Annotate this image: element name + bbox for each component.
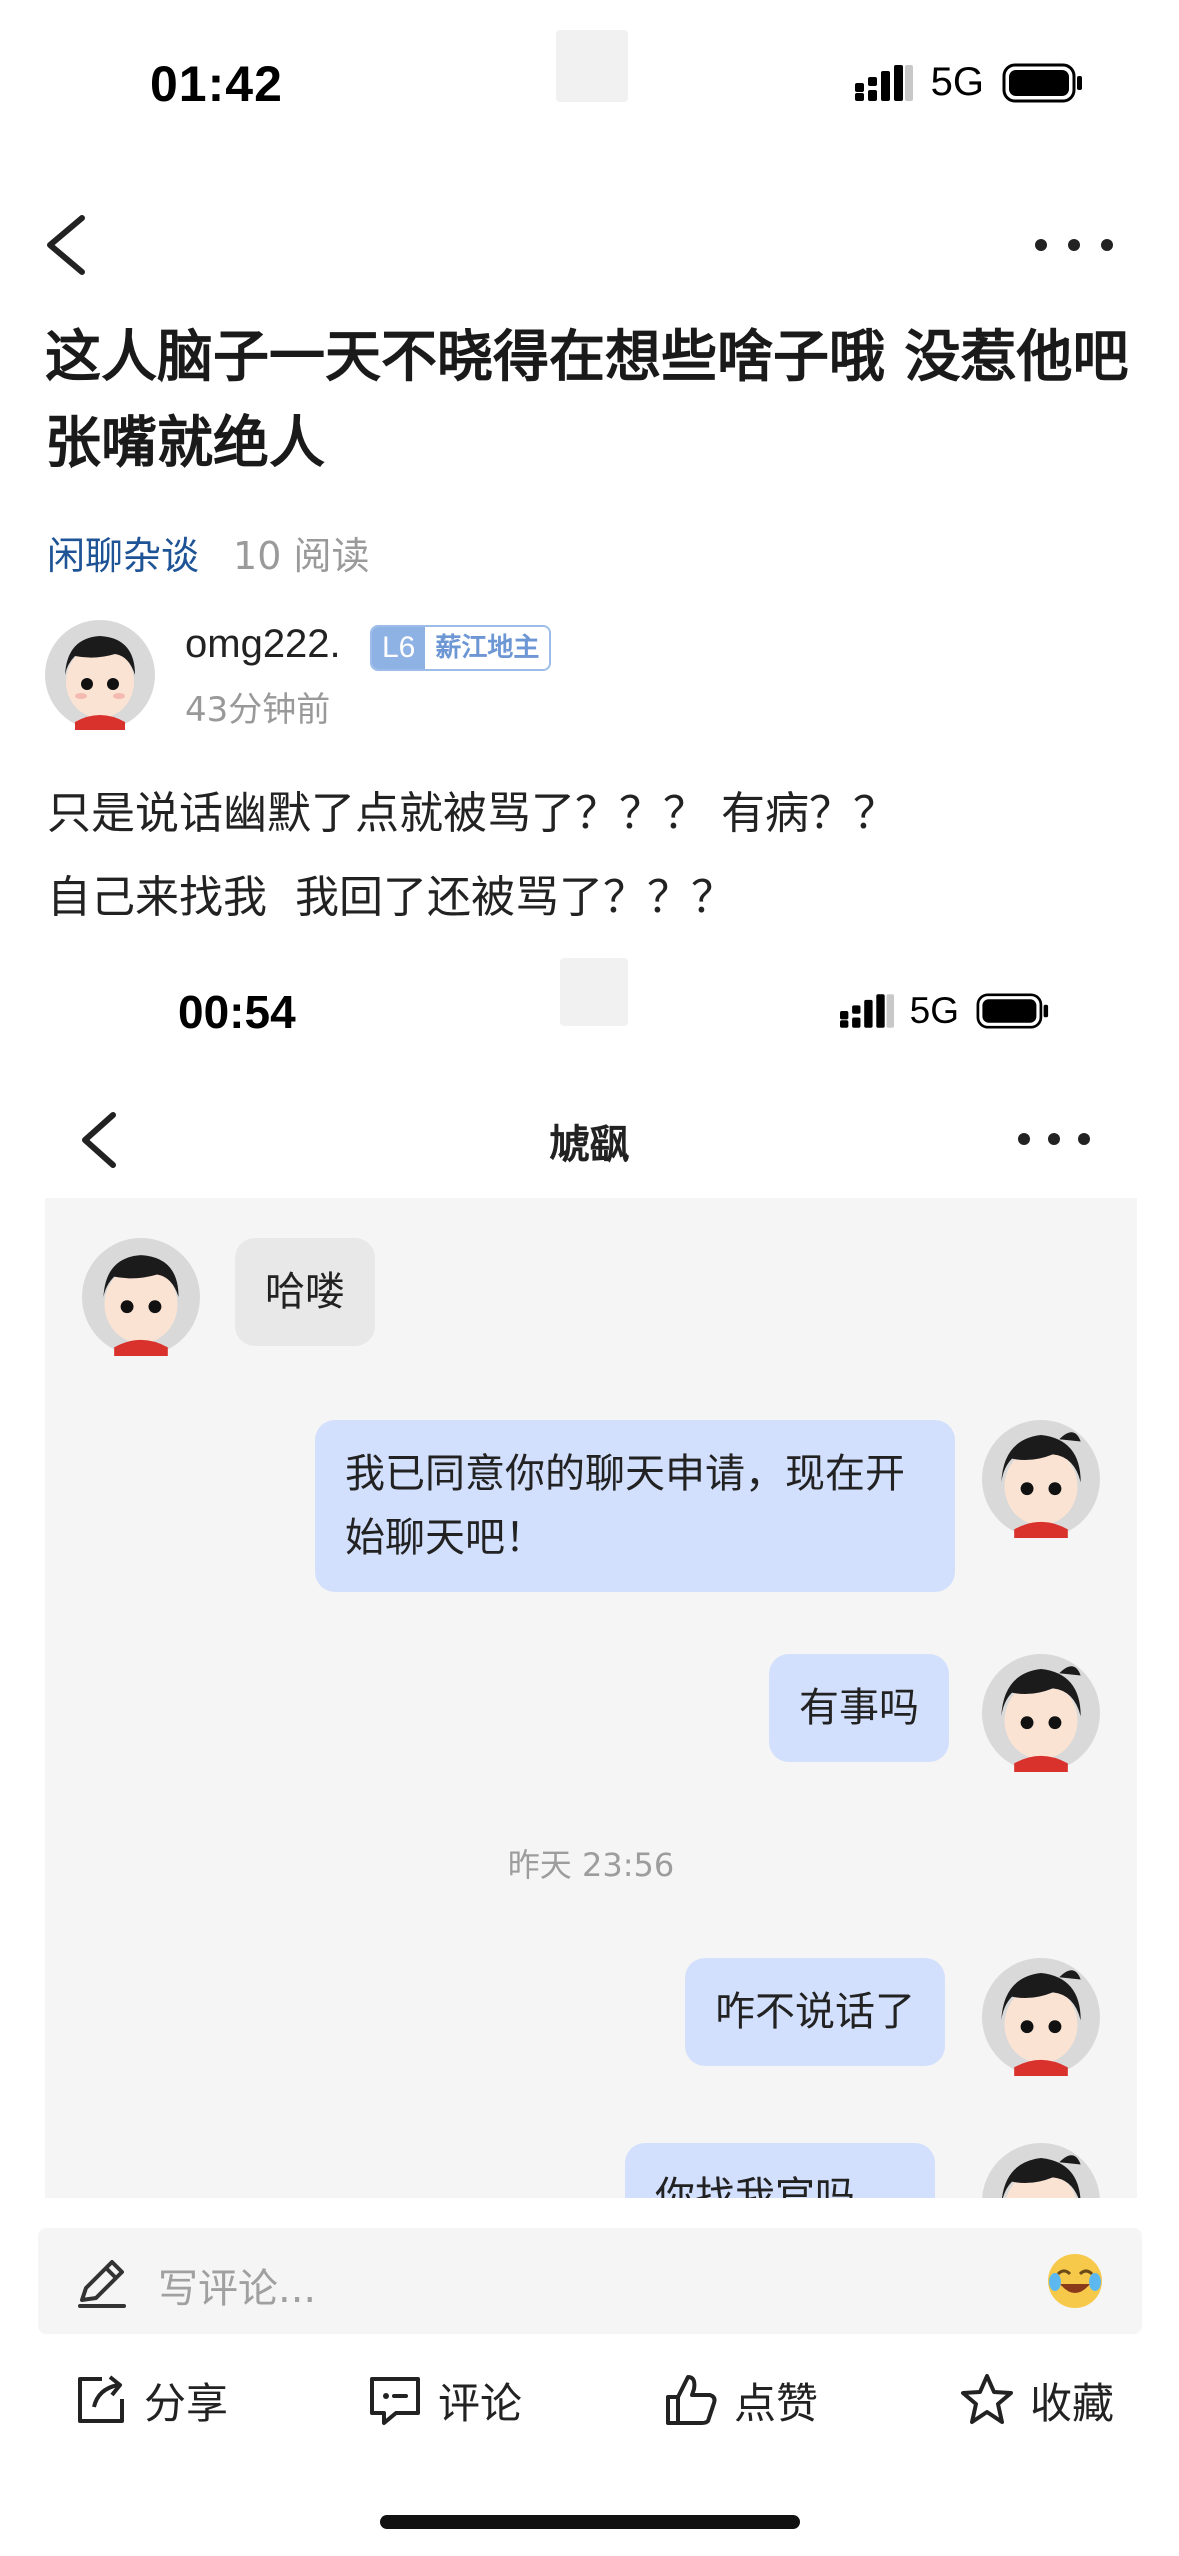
comment-button[interactable]: 评论 — [366, 2365, 522, 2435]
comment-icon — [370, 2377, 420, 2425]
home-indicator[interactable] — [380, 2515, 800, 2529]
embedded-status-indicators: 5G — [839, 990, 1051, 1032]
favorite-button[interactable]: 收藏 — [958, 2365, 1114, 2435]
status-time: 01:42 — [150, 56, 283, 112]
chat-message-right: 我已同意你的聊天申请，现在开始聊天吧！ — [315, 1420, 955, 1592]
signal-icon — [854, 64, 913, 101]
comment-label: 评论 — [438, 2378, 523, 2428]
chat-avatar-self — [982, 1420, 1100, 1538]
network-label: 5G — [930, 60, 984, 104]
like-label: 点赞 — [734, 2378, 819, 2428]
pencil-icon — [78, 2260, 126, 2308]
laughing-emoji-icon[interactable] — [1046, 2252, 1104, 2310]
chat-avatar-self — [982, 1958, 1100, 2076]
share-button[interactable]: 分享 — [72, 2365, 228, 2435]
post-title: 这人脑子一天不晓得在想些啥子哦 没惹他吧 张嘴就绝人 — [45, 325, 1129, 476]
chat-message-right: 有事吗 — [769, 1654, 949, 1762]
level-number: L6 — [372, 627, 426, 669]
thumbs-up-icon — [666, 2375, 717, 2425]
signal-icon — [839, 994, 894, 1028]
embedded-camera-placeholder — [560, 958, 628, 1026]
post-body: 只是说话幽默了点就被骂了？？？ 有病？？ 自己来找我 我回了还被骂了？？？ — [47, 772, 1147, 940]
battery-icon — [976, 993, 1049, 1029]
chat-timestamp: 昨天 23:56 — [507, 1846, 675, 1884]
embedded-status-time: 00:54 — [178, 986, 296, 1038]
chat-screenshot: 哈喽 我已同意你的聊天申请，现在开始聊天吧！ 有事吗 昨天 23:56 咋不说话… — [45, 1198, 1137, 2198]
more-dots-icon[interactable] — [1029, 225, 1119, 265]
post-meta: 闲聊杂谈 10 阅读 — [47, 525, 369, 580]
chat-message-left: 哈喽 — [235, 1238, 375, 1346]
share-icon — [78, 2375, 124, 2423]
chat-message-right: 你找我官吗 — [625, 2143, 935, 2198]
star-icon — [961, 2374, 1013, 2424]
status-indicators: 5G — [854, 60, 1084, 105]
chat-avatar-self — [982, 2143, 1100, 2198]
back-icon[interactable] — [40, 210, 100, 280]
post-body-line: 只是说话幽默了点就被骂了？？？ 有病？？ — [47, 788, 897, 839]
embedded-network-label: 5G — [909, 990, 959, 1031]
chat-title: 虓飖 — [549, 1122, 630, 1168]
post-time: 43分钟前 — [185, 690, 331, 730]
category-link[interactable]: 闲聊杂谈 — [47, 525, 199, 580]
author-name[interactable]: omg222. — [185, 622, 341, 667]
author-avatar[interactable] — [45, 620, 155, 730]
status-bar: 01:42 5G — [0, 0, 1179, 150]
level-title: 薪江地主 — [425, 627, 550, 669]
chat-avatar-self — [982, 1654, 1100, 1772]
comment-placeholder[interactable]: 写评论... — [158, 2256, 316, 2314]
favorite-label: 收藏 — [1030, 2378, 1115, 2428]
battery-icon — [1002, 63, 1082, 102]
chat-message-right: 咋不说话了 — [685, 1958, 945, 2066]
share-label: 分享 — [144, 2378, 229, 2428]
embedded-more-dots-icon — [1018, 1133, 1090, 1145]
like-button[interactable]: 点赞 — [662, 2365, 818, 2435]
read-count: 10 阅读 — [233, 534, 370, 578]
level-badge: L6 薪江地主 — [370, 625, 552, 671]
chat-avatar-other — [82, 1238, 200, 1356]
post-body-line: 自己来找我 我回了还被骂了？？？ — [47, 872, 735, 923]
comment-input[interactable]: 写评论... — [38, 2228, 1142, 2334]
camera-placeholder — [556, 30, 628, 102]
